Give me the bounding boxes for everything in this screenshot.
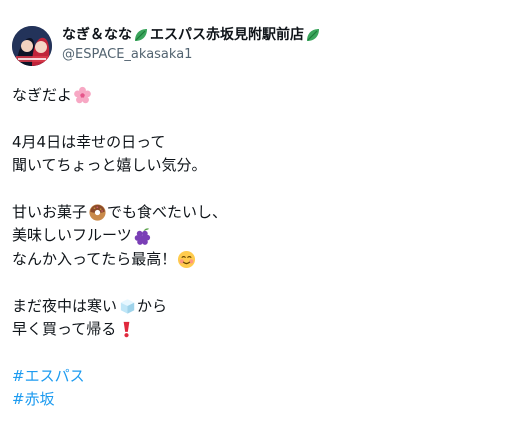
cherry-blossom-icon (73, 86, 92, 105)
text-line: 聞いてちょっと嬉しい気分。 (12, 154, 492, 177)
smiling-face-icon (177, 250, 196, 269)
hashtag-line: #赤坂 (12, 388, 492, 411)
text-segment: 美味しいフルーツ (12, 226, 132, 245)
text-segment: 甘いお菓子 (12, 202, 88, 221)
ice-cube-icon (118, 297, 137, 316)
tweet-card: なぎ＆なな エスパス赤坂見附駅前店 @ESPACE_akasaka1 なぎだよ (0, 0, 511, 437)
display-name-part2: エスパス赤坂見附駅前店 (150, 27, 304, 43)
text-segment: なぎだよ (12, 86, 73, 104)
text-segment: なんか入ってたら最高！ (12, 249, 177, 268)
hashtag-link[interactable]: #エスパス (12, 365, 85, 388)
text-line: 4月4日は幸せの日って (12, 131, 492, 154)
grapes-icon (133, 227, 152, 246)
green-leaf-icon (133, 27, 149, 43)
text-segment: 聞いてちょっと嬉しい気分。 (12, 156, 207, 175)
text-line: 甘いお菓子 でも食べたいし、 (12, 201, 492, 224)
doughnut-icon (88, 203, 107, 222)
text-line: なぎだよ (12, 84, 492, 107)
text-segment: から (137, 296, 168, 315)
tweet-text: なぎだよ 4月4日は幸せの日って 聞いてちょっと嬉しい気分。 甘いお菓子 でも食… (12, 84, 492, 411)
text-line: なんか入ってたら最高！ (12, 248, 492, 271)
hashtag-line: #エスパス (12, 365, 492, 388)
text-segment: 早く買って帰る (12, 319, 117, 338)
user-handle[interactable]: @ESPACE_akasaka1 (62, 46, 192, 64)
text-line: 美味しいフルーツ (12, 224, 492, 247)
avatar[interactable] (12, 26, 52, 66)
text-segment: 4月4日は幸せの日って (12, 132, 166, 151)
green-leaf-icon (305, 27, 321, 43)
text-segment: まだ夜中は寒い (12, 296, 118, 315)
display-name-part1: なぎ＆なな (62, 27, 132, 43)
text-line: 早く買って帰る (12, 318, 492, 341)
display-name[interactable]: なぎ＆なな エスパス赤坂見附駅前店 (62, 26, 322, 44)
text-segment: でも食べたいし、 (107, 202, 228, 221)
red-exclamation-icon (117, 320, 136, 339)
text-line: まだ夜中は寒い から (12, 295, 492, 318)
hashtag-link[interactable]: #赤坂 (12, 388, 55, 411)
